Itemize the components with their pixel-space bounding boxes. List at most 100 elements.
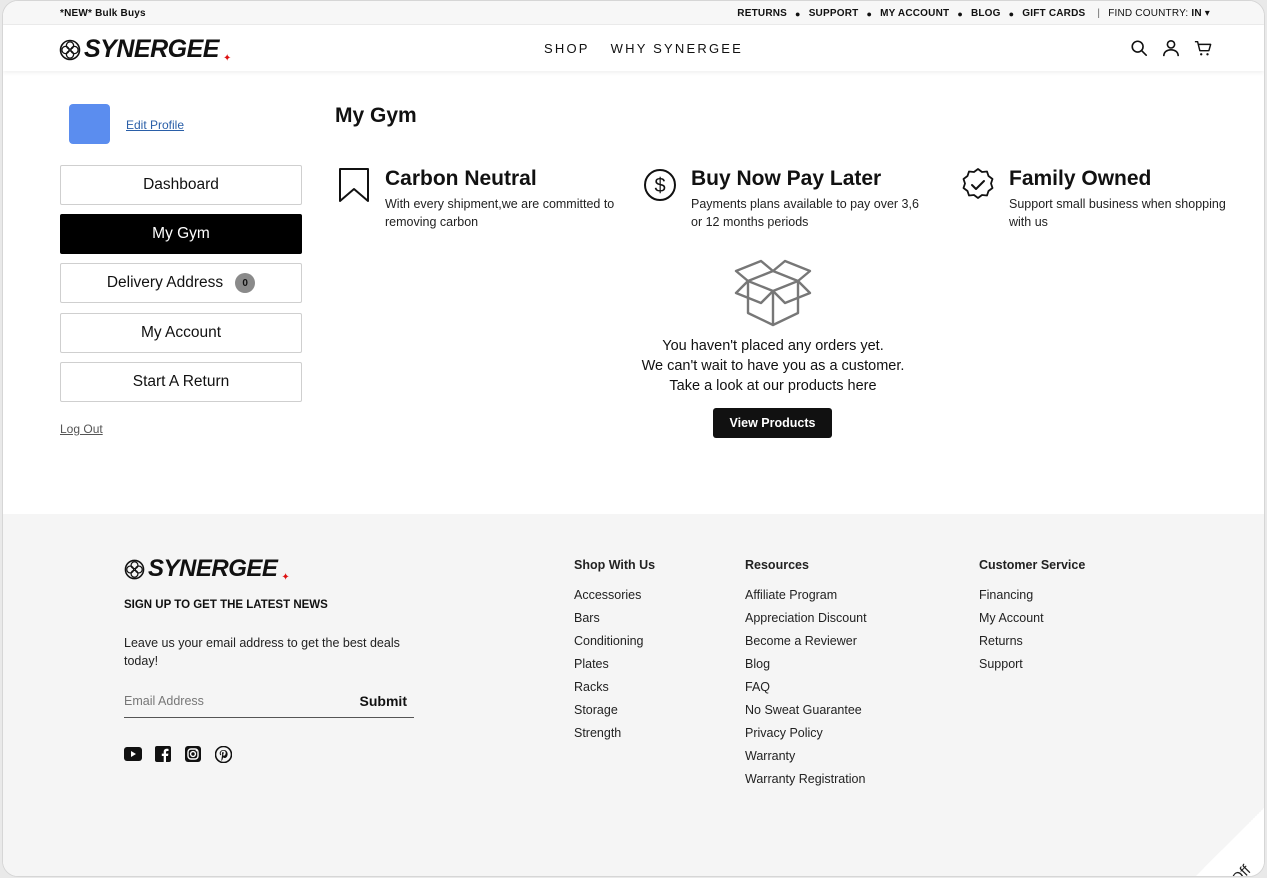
empty-line-3: Take a look at our products here (669, 378, 877, 394)
footer-link[interactable]: Strength (574, 722, 655, 745)
footer-link[interactable]: Privacy Policy (745, 722, 867, 745)
bookmark-icon (339, 168, 369, 202)
sidebar-item-label: Delivery Address (106, 274, 224, 291)
sidebar-item-label: My Account (140, 324, 222, 341)
feature-text: Support small business when shopping wit… (1009, 197, 1226, 229)
count-badge: 0 (235, 273, 256, 293)
divider: | (1097, 8, 1101, 19)
edit-profile-link[interactable]: Edit Profile (126, 118, 184, 132)
empty-line-2: We can't wait to have you as a customer. (641, 358, 905, 374)
feature-buy-now-pay-later: $ Buy Now Pay Later Payments plans avail… (643, 167, 921, 231)
footer-col-shop: Shop With Us Accessories Bars Conditioni… (574, 558, 655, 745)
footer-link[interactable]: Financing (979, 584, 1085, 607)
dollar-icon: $ (644, 169, 676, 201)
footer-link[interactable]: Warranty (745, 745, 867, 768)
social-links (124, 745, 232, 763)
header-icons (1130, 39, 1212, 62)
promo-corner-tab[interactable] (1194, 808, 1264, 876)
nav-shop[interactable]: SHOP (544, 41, 590, 56)
top-link-my-account[interactable]: MY ACCOUNT (880, 8, 949, 19)
sidebar-item-label: Dashboard (143, 176, 219, 193)
sidebar-item-label: Start A Return (132, 373, 230, 390)
svg-text:$: $ (654, 175, 665, 197)
sidebar-item-start-return[interactable]: Start A Return (60, 362, 302, 402)
account-icon[interactable] (1162, 39, 1180, 62)
promo-link[interactable]: *NEW* Bulk Buys (60, 8, 146, 19)
view-products-button[interactable]: View Products (713, 408, 832, 438)
footer-link[interactable]: Bars (574, 607, 655, 630)
separator-dot: ● (795, 8, 801, 19)
site-footer: SYNERGEE ✦ SIGN UP TO GET THE LATEST NEW… (3, 514, 1264, 876)
sidebar-item-dashboard[interactable]: Dashboard (60, 165, 302, 205)
footer-col-customer-service: Customer Service Financing My Account Re… (979, 558, 1085, 676)
footer-link[interactable]: Accessories (574, 584, 655, 607)
instagram-icon[interactable] (184, 745, 202, 763)
newsletter-form: Submit (124, 690, 414, 718)
footer-link[interactable]: Become a Reviewer (745, 630, 867, 653)
footer-link[interactable]: Appreciation Discount (745, 607, 867, 630)
footer-col-title: Customer Service (979, 558, 1086, 572)
feature-title: Family Owned (1009, 167, 1152, 190)
feature-text: Payments plans available to pay over 3,6… (691, 197, 919, 229)
separator-dot: ● (957, 8, 963, 19)
top-link-blog[interactable]: BLOG (971, 8, 1001, 19)
feature-text: With every shipment,we are committed to … (385, 197, 615, 229)
footer-link[interactable]: Blog (745, 653, 867, 676)
footer-link[interactable]: Affiliate Program (745, 584, 867, 607)
footer-link[interactable]: My Account (979, 607, 1085, 630)
sidebar-item-delivery-address[interactable]: Delivery Address 0 (60, 263, 302, 303)
footer-link[interactable]: Warranty Registration (745, 768, 867, 791)
separator-dot: ● (1008, 8, 1015, 19)
empty-line-1: You haven't placed any orders yet. (662, 338, 884, 354)
top-link-gift-cards[interactable]: GIFT CARDS (1022, 8, 1085, 19)
top-link-support[interactable]: SUPPORT (809, 8, 859, 19)
footer-link[interactable]: No Sweat Guarantee (745, 699, 867, 722)
footer-link[interactable]: Racks (574, 676, 655, 699)
feature-carbon-neutral: Carbon Neutral With every shipment,we ar… (337, 167, 615, 231)
footer-col-title: Shop With Us (574, 558, 656, 572)
nav-why-synergee[interactable]: WHY SYNERGEE (611, 41, 743, 56)
country-value: IN (1191, 8, 1202, 19)
email-input[interactable] (124, 694, 344, 708)
page: *NEW* Bulk Buys RETURNS ● SUPPORT ● MY A… (2, 0, 1265, 877)
logo-flower-icon (59, 39, 81, 60)
sidebar-item-my-gym[interactable]: My Gym (60, 214, 302, 254)
cart-icon[interactable] (1194, 39, 1212, 62)
signup-title: SIGN UP TO GET THE LATEST NEWS (124, 599, 328, 611)
logo[interactable]: SYNERGEE ✦ (59, 35, 231, 64)
footer-link[interactable]: Conditioning (574, 630, 655, 653)
top-links: RETURNS ● SUPPORT ● MY ACCOUNT ● BLOG ● … (733, 8, 1210, 19)
top-bar: *NEW* Bulk Buys RETURNS ● SUPPORT ● MY A… (3, 1, 1264, 25)
feature-family-owned: Family Owned Support small business when… (961, 167, 1239, 231)
signup-blurb: Leave us your email address to get the b… (124, 636, 400, 668)
country-selector[interactable]: FIND COUNTRY: IN ▾ (1108, 8, 1210, 19)
separator-dot: ● (866, 8, 873, 19)
page-title: My Gym (335, 104, 417, 127)
top-link-returns[interactable]: RETURNS (737, 8, 787, 19)
footer-link[interactable]: FAQ (745, 676, 867, 699)
feature-title: Buy Now Pay Later (691, 167, 882, 190)
logout-link[interactable]: Log Out (60, 422, 103, 436)
logo-wordmark: SYNERGEE (148, 555, 278, 582)
maple-leaf-icon: ✦ (222, 53, 232, 64)
footer-logo[interactable]: SYNERGEE ✦ (124, 555, 290, 583)
main-nav: SHOP WHY SYNERGEE (544, 41, 743, 56)
open-box-icon (734, 259, 812, 327)
avatar[interactable] (69, 104, 110, 144)
country-label: FIND COUNTRY: (1108, 8, 1189, 19)
footer-col-resources: Resources Affiliate Program Appreciation… (745, 558, 867, 791)
facebook-icon[interactable] (154, 745, 172, 763)
footer-link[interactable]: Returns (979, 630, 1085, 653)
youtube-icon[interactable] (124, 745, 142, 763)
sidebar-item-label: My Gym (152, 225, 210, 242)
footer-link[interactable]: Plates (574, 653, 655, 676)
search-icon[interactable] (1130, 39, 1148, 62)
pinterest-icon[interactable] (214, 745, 232, 763)
logo-flower-icon (124, 559, 145, 579)
footer-link[interactable]: Storage (574, 699, 655, 722)
footer-col-title: Resources (745, 558, 809, 572)
sidebar-item-my-account[interactable]: My Account (60, 313, 302, 353)
maple-leaf-icon: ✦ (281, 572, 290, 583)
footer-link[interactable]: Support (979, 653, 1085, 676)
submit-button[interactable]: Submit (360, 693, 407, 709)
